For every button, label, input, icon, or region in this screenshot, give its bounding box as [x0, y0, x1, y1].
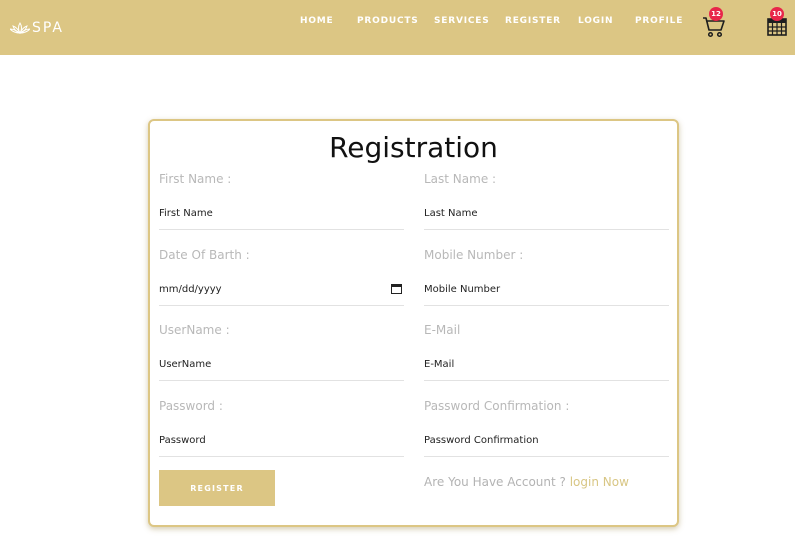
username-input[interactable] — [159, 349, 404, 381]
brand-logo[interactable]: SPA — [10, 20, 64, 36]
password-input[interactable] — [159, 425, 404, 457]
calendar-button[interactable]: 10 — [767, 7, 787, 41]
password-label: Password : — [159, 399, 223, 413]
nav-home[interactable]: HOME — [300, 16, 334, 26]
navbar: SPA HOME PRODUCTS SERVICES REGISTER LOGI… — [0, 0, 795, 55]
first-name-input[interactable] — [159, 198, 404, 230]
cart-badge: 12 — [709, 7, 723, 21]
have-account-label: Are You Have Account ? — [424, 475, 566, 489]
cart-button[interactable]: 12 — [702, 7, 726, 43]
calendar-badge: 10 — [770, 7, 784, 21]
username-label: UserName : — [159, 323, 230, 337]
dob-label: Date Of Barth : — [159, 248, 250, 262]
registration-card: Registration First Name : Last Name : Da… — [148, 119, 679, 527]
dob-value: mm/dd/yyyy — [159, 284, 222, 295]
last-name-input[interactable] — [424, 198, 669, 230]
brand-name: SPA — [32, 20, 65, 36]
password-confirmation-input[interactable] — [424, 425, 669, 457]
nav-login[interactable]: LOGIN — [578, 16, 613, 26]
first-name-label: First Name : — [159, 172, 232, 186]
mobile-input[interactable] — [424, 274, 669, 306]
nav-profile[interactable]: PROFILE — [635, 16, 683, 26]
lotus-icon — [10, 22, 30, 34]
email-input[interactable] — [424, 349, 669, 381]
email-label: E-Mail — [424, 323, 461, 337]
nav-register[interactable]: REGISTER — [505, 16, 561, 26]
last-name-label: Last Name : — [424, 172, 497, 186]
register-button[interactable]: REGISTER — [159, 470, 275, 506]
calendar-picker-icon[interactable] — [391, 283, 402, 294]
password-confirmation-label: Password Confirmation : — [424, 399, 570, 413]
page-title: Registration — [329, 131, 498, 164]
mobile-label: Mobile Number : — [424, 248, 524, 262]
login-now-link[interactable]: login Now — [570, 475, 629, 489]
dob-input[interactable]: mm/dd/yyyy — [159, 274, 404, 306]
have-account-text: Are You Have Account ? login Now — [424, 475, 629, 489]
nav-services[interactable]: SERVICES — [434, 16, 490, 26]
nav-products[interactable]: PRODUCTS — [357, 16, 419, 26]
